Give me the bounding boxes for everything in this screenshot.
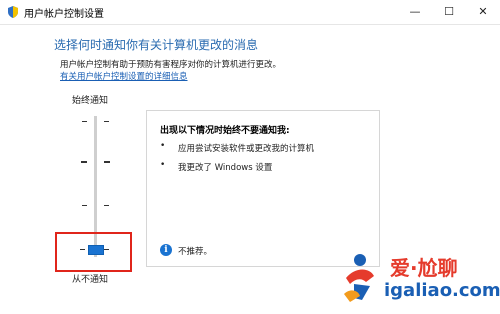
slider-tick xyxy=(104,205,109,206)
info-icon: i xyxy=(160,244,172,256)
watermark-title: 爱·尬聊 xyxy=(390,256,458,280)
slider-tick xyxy=(104,161,110,163)
slider-tick xyxy=(82,205,87,206)
window-title: 用户帐户控制设置 xyxy=(24,9,104,20)
watermark-url: igaliao.com xyxy=(384,280,500,301)
description-text: 用户帐户控制有助于预防有害程序对你的计算机进行更改。 xyxy=(60,60,282,70)
info-bullet: 应用尝试安装软件或更改我的计算机 xyxy=(178,144,315,154)
maximize-icon[interactable]: ☐ xyxy=(432,0,466,24)
info-bullet: 我更改了 Windows 设置 xyxy=(178,163,273,173)
slider-tick xyxy=(82,121,87,122)
info-panel: 出现以下情况时始终不要通知我: • 应用尝试安装软件或更改我的计算机 • 我更改… xyxy=(146,110,380,267)
slider-tick xyxy=(81,161,87,163)
bullet-icon: • xyxy=(160,160,166,170)
page-title: 选择何时通知你有关计算机更改的消息 xyxy=(54,38,259,52)
close-icon[interactable]: ✕ xyxy=(466,0,500,24)
title-bar: 用户帐户控制设置 — ☐ ✕ xyxy=(0,0,500,25)
watermark: 爱·尬聊 igaliao.com xyxy=(340,248,500,308)
info-heading: 出现以下情况时始终不要通知我: xyxy=(160,126,290,136)
slider-tick xyxy=(104,121,109,122)
slider-bottom-label: 从不通知 xyxy=(72,275,109,285)
details-link[interactable]: 有关用户帐户控制设置的详细信息 xyxy=(60,70,188,82)
bullet-icon: • xyxy=(160,141,166,151)
slider-top-label: 始终通知 xyxy=(72,96,109,106)
shield-icon xyxy=(8,6,18,18)
highlight-box xyxy=(55,232,132,272)
not-recommended-note: 不推荐。 xyxy=(178,247,213,257)
minimize-icon[interactable]: — xyxy=(398,0,432,24)
